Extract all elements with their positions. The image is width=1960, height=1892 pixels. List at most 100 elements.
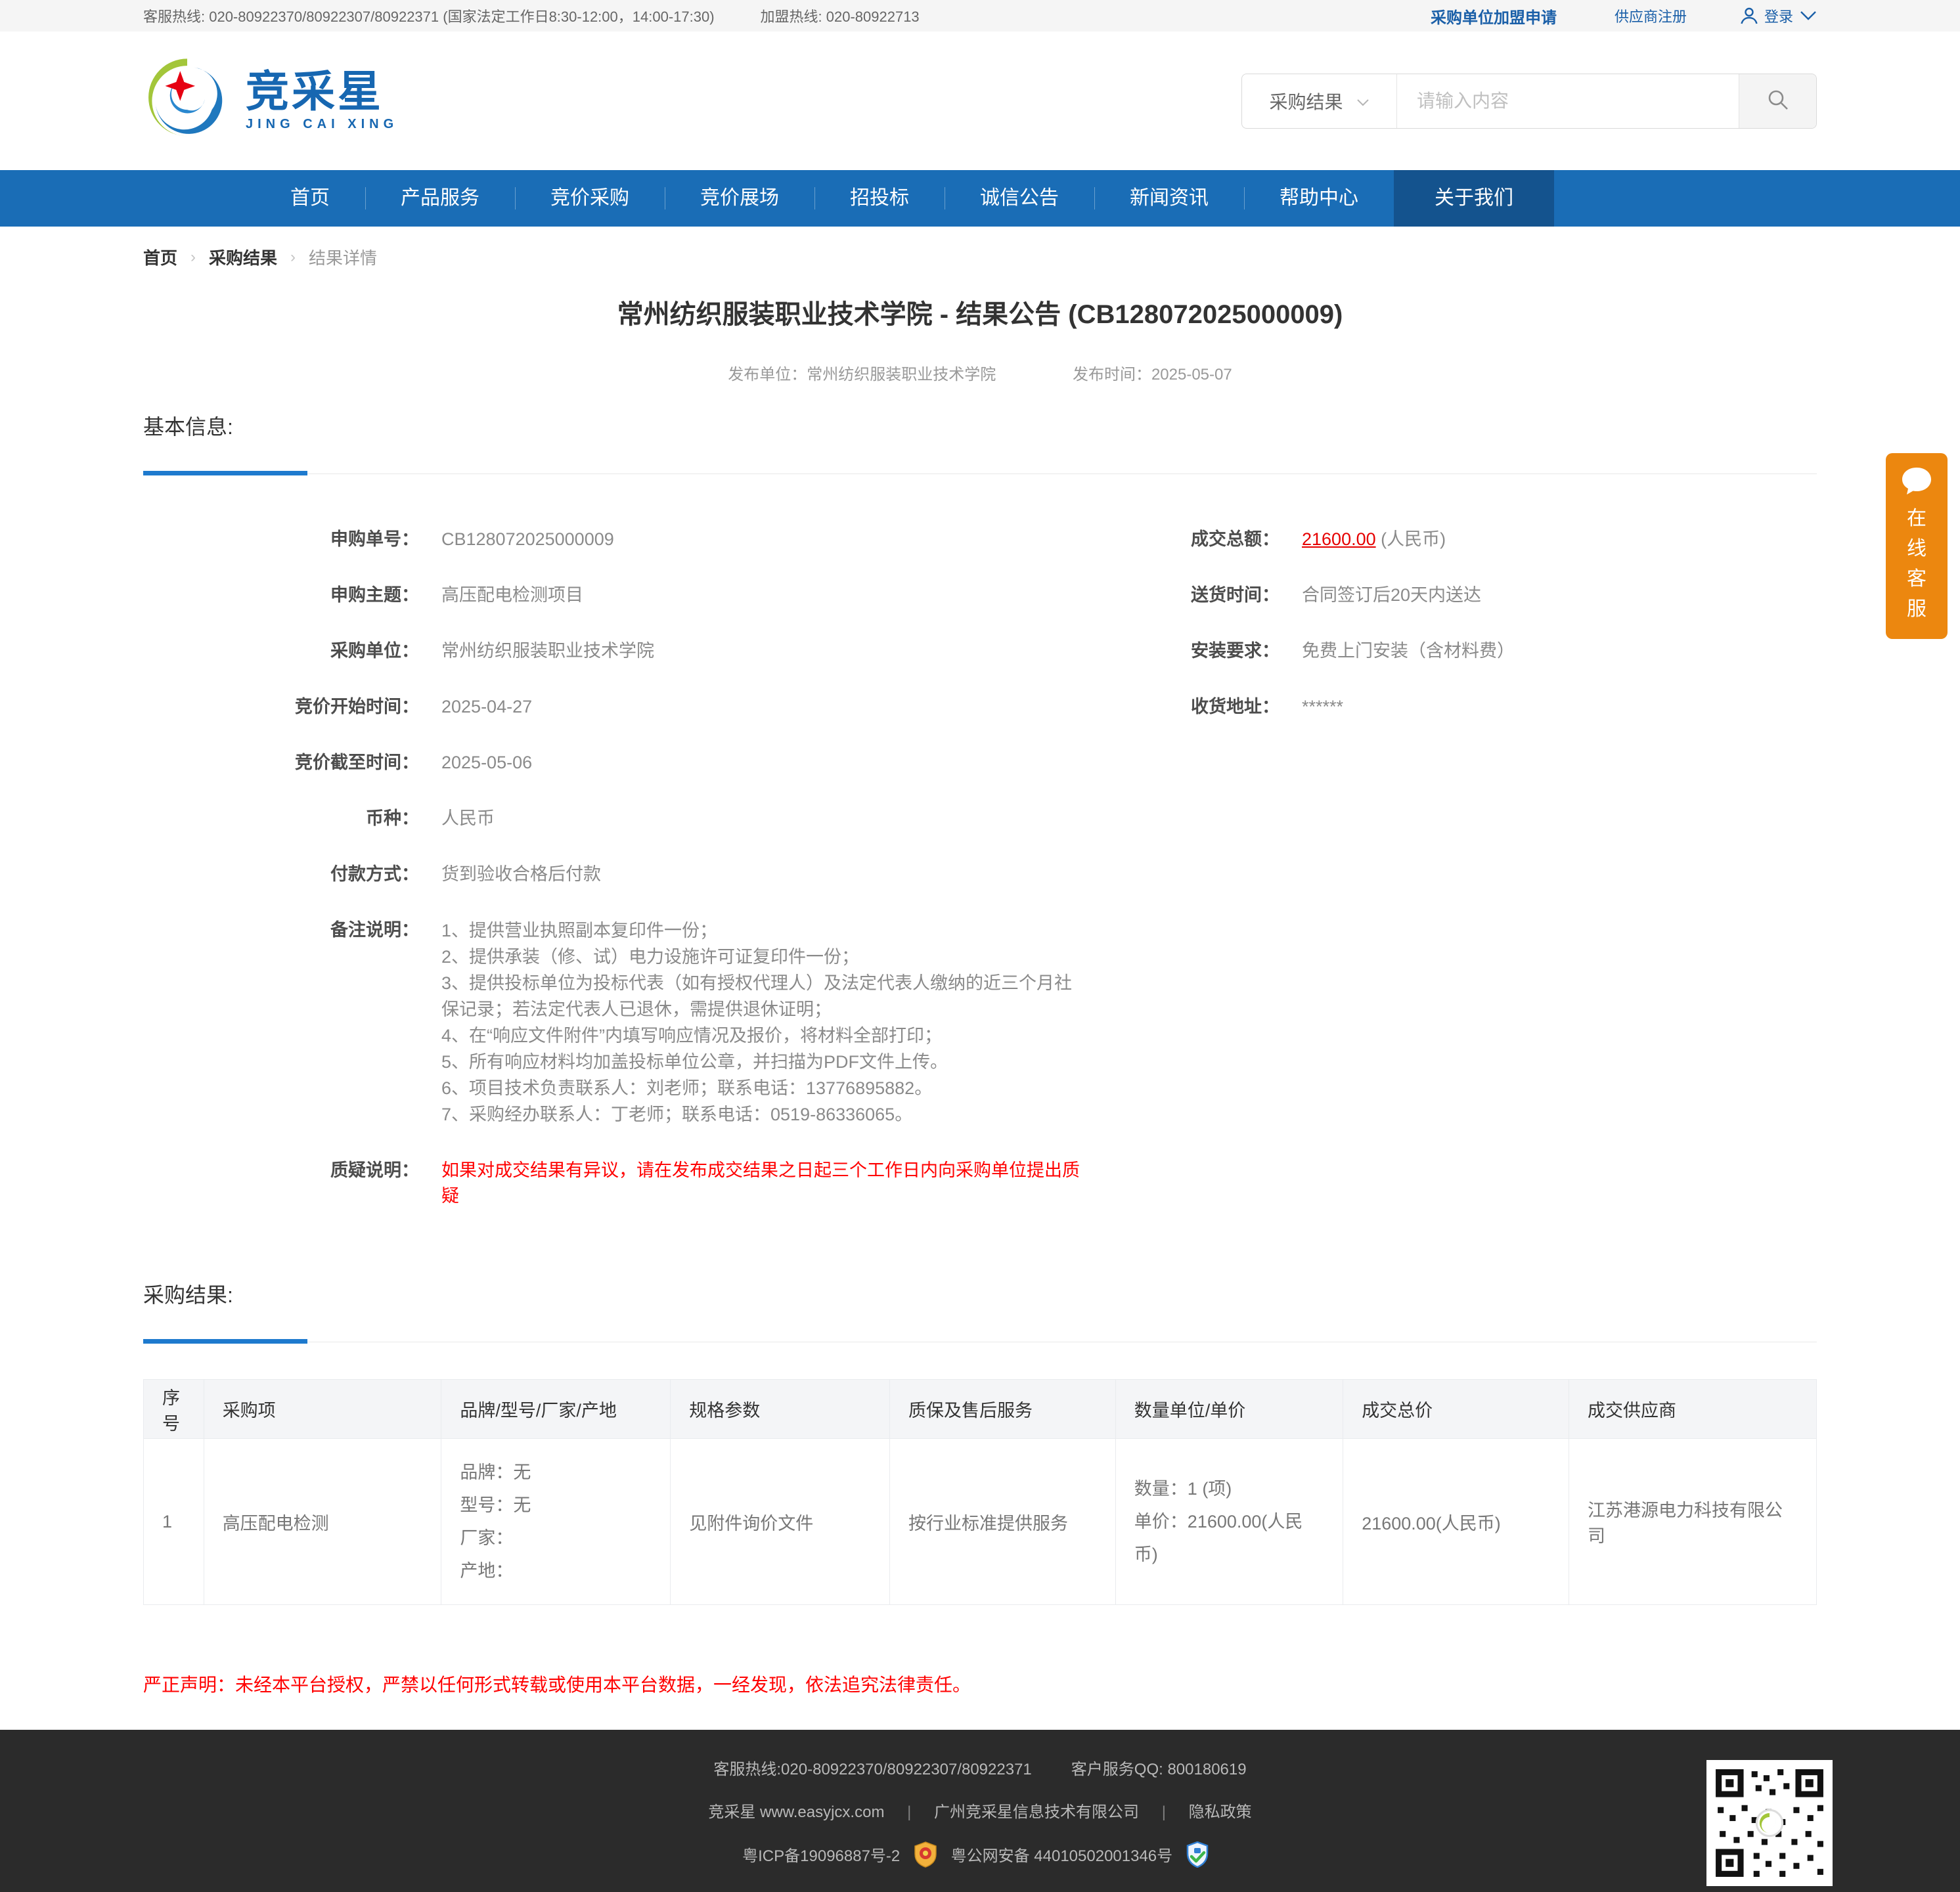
footer-hotline: 客服热线:020-80922370/80922307/80922371 (713, 1761, 1031, 1778)
basic-info-heading: 基本信息: (143, 410, 1817, 441)
purchaser-join-link[interactable]: 采购单位加盟申请 (1431, 5, 1557, 28)
nav-item-tenders[interactable]: 招投标 (814, 170, 945, 227)
field-install-req: 安装要求： 免费上门安装（含材料费） (1082, 638, 1817, 664)
nav-item-bidding-hall[interactable]: 竞价展场 (665, 170, 814, 227)
col-item: 采购项 (204, 1380, 441, 1439)
footer-icp-link[interactable]: 粤ICP备19096887号-2 (742, 1847, 900, 1865)
nav-item-bidding-purchase[interactable]: 竞价采购 (515, 170, 665, 227)
login-label: 登录 (1764, 5, 1793, 26)
user-icon (1739, 6, 1759, 26)
nav-item-products[interactable]: 产品服务 (365, 170, 515, 227)
table-row: 1 高压配电检测 品牌：无 型号：无 厂家： 产地： 见附件询价文件 按行业标准… (144, 1439, 1817, 1605)
col-qty-price: 数量单位/单价 (1115, 1380, 1343, 1439)
field-bid-end: 竞价截至时间： 2025-05-06 (143, 750, 1082, 776)
breadcrumb-separator: › (290, 248, 296, 267)
cell-warranty: 按行业标准提供服务 (889, 1439, 1115, 1605)
remark-line: 6、项目技术负责联系人：刘老师；联系电话：13776895882。 (441, 1075, 1082, 1101)
remark-line: 7、采购经办联系人：丁老师；联系电话：0519-86336065。 (441, 1101, 1082, 1128)
table-header-row: 序号 采购项 品牌/型号/厂家/产地 规格参数 质保及售后服务 数量单位/单价 … (144, 1380, 1817, 1439)
service-hotline: 客服热线: 020-80922370/80922307/80922371 (国家… (143, 5, 715, 26)
footer-company: 广州竞采星信息技术有限公司 (934, 1803, 1139, 1821)
brand-logo-icon (143, 55, 231, 146)
field-total-amount: 成交总额： 21600.00 (人民币) (1082, 527, 1817, 552)
remark-line: 4、在“响应文件附件”内填写响应情况及报价，将材料全部打印； (441, 1023, 1082, 1049)
nav-item-about[interactable]: 关于我们 (1394, 170, 1554, 227)
breadcrumb-separator: › (190, 248, 196, 267)
field-currency: 币种： 人民币 (143, 806, 1082, 831)
join-hotline: 加盟热线: 020-80922713 (761, 5, 920, 26)
search-icon (1766, 87, 1791, 114)
cell-brand: 品牌：无 型号：无 厂家： 产地： (441, 1439, 671, 1605)
header: 竞采星 JING CAI XING 采购结果 (0, 32, 1960, 170)
footer-privacy-link[interactable]: 隐私政策 (1189, 1803, 1252, 1821)
field-purchaser: 采购单位： 常州纺织服装职业技术学院 (143, 638, 1082, 664)
cell-supplier: 江苏港源电力科技有限公司 (1569, 1439, 1817, 1605)
breadcrumb: 首页 › 采购结果 › 结果详情 (143, 245, 1817, 269)
col-supplier: 成交供应商 (1569, 1380, 1817, 1439)
total-amount-link[interactable]: 21600.00 (1302, 529, 1376, 549)
result-heading: 采购结果: (143, 1279, 1817, 1309)
online-service-widget[interactable]: 在 线 客 服 (1886, 453, 1948, 639)
brand-name: 竞采星 (246, 70, 398, 113)
footer: 客服热线:020-80922370/80922307/80922371 客户服务Q… (0, 1730, 1960, 1892)
footer-separator: | (1162, 1803, 1166, 1821)
footer-brand-link[interactable]: 竞采星 www.easyjcx.com (708, 1803, 884, 1821)
search-category-dropdown[interactable]: 采购结果 (1242, 74, 1397, 128)
cell-qty-price: 数量：1 (项) 单价：21600.00(人民币) (1115, 1439, 1343, 1605)
breadcrumb-results[interactable]: 采购结果 (209, 245, 277, 269)
online-service-char: 服 (1886, 594, 1948, 625)
search-bar: 采购结果 (1241, 74, 1817, 129)
publish-info: 发布单位：常州纺织服装职业技术学院 发布时间：2025-05-07 (0, 361, 1960, 384)
supplier-register-link[interactable]: 供应商注册 (1615, 5, 1687, 26)
online-service-char: 在 (1886, 504, 1948, 534)
cell-no: 1 (144, 1439, 204, 1605)
field-subject: 申购主题： 高压配电检测项目 (143, 583, 1082, 608)
remark-line: 5、所有响应材料均加盖投标单位公章，并扫描为PDF文件上传。 (441, 1049, 1082, 1075)
topbar: 客服热线: 020-80922370/80922307/80922371 (国家… (0, 0, 1960, 32)
field-delivery-time: 送货时间： 合同签订后20天内送达 (1082, 583, 1817, 608)
result-table: 序号 采购项 品牌/型号/厂家/产地 规格参数 质保及售后服务 数量单位/单价 … (143, 1379, 1817, 1605)
police-badge-icon (914, 1841, 937, 1872)
chevron-down-icon (1356, 91, 1370, 112)
search-button[interactable] (1739, 74, 1816, 128)
ssl-shield-icon (1186, 1841, 1209, 1872)
publish-time: 发布时间：2025-05-07 (1073, 366, 1232, 384)
remark-line: 1、提供营业执照副本复印件一份； (441, 917, 1082, 944)
qr-code (1706, 1760, 1833, 1886)
field-remarks: 备注说明： 1、提供营业执照副本复印件一份； 2、提供承装（修、试）电力设施许可… (143, 917, 1082, 1128)
search-category-label: 采购结果 (1269, 88, 1343, 114)
field-dispute: 质疑说明： 如果对成交结果有异议，请在发布成交结果之日起三个工作日内向采购单位提… (143, 1158, 1082, 1209)
footer-separator: | (907, 1803, 911, 1821)
legal-statement: 严正声明：未经本平台授权，严禁以任何形式转载或使用本平台数据，一经发现，依法追究… (143, 1671, 1817, 1697)
remark-line: 3、提供投标单位为投标代表（如有授权代理人）及法定代表人缴纳的近三个月社保记录；… (441, 970, 1082, 1023)
col-brand: 品牌/型号/厂家/产地 (441, 1380, 671, 1439)
nav-item-home[interactable]: 首页 (255, 170, 365, 227)
login-link[interactable]: 登录 (1739, 5, 1817, 26)
online-service-char: 线 (1886, 534, 1948, 564)
col-warranty: 质保及售后服务 (889, 1380, 1115, 1439)
footer-police-link[interactable]: 粤公网安备 44010502001346号 (951, 1847, 1173, 1865)
dispute-text: 如果对成交结果有异议，请在发布成交结果之日起三个工作日内向采购单位提出质疑 (441, 1158, 1082, 1209)
col-total: 成交总价 (1343, 1380, 1569, 1439)
breadcrumb-current: 结果详情 (309, 245, 377, 269)
publisher: 发布单位：常州纺织服装职业技术学院 (728, 366, 996, 384)
search-input[interactable] (1397, 74, 1739, 128)
brand-logo[interactable]: 竞采星 JING CAI XING (143, 55, 398, 146)
brand-subtitle: JING CAI XING (246, 117, 398, 132)
field-order-no: 申购单号： CB128072025000009 (143, 527, 1082, 552)
footer-qq: 客户服务QQ: 800180619 (1071, 1761, 1247, 1778)
field-delivery-address: 收货地址： ****** (1082, 694, 1817, 720)
field-bid-start: 竞价开始时间： 2025-04-27 (143, 694, 1082, 720)
cell-total: 21600.00(人民币) (1343, 1439, 1569, 1605)
nav-item-integrity-notice[interactable]: 诚信公告 (945, 170, 1094, 227)
main-nav: 首页 产品服务 竞价采购 竞价展场 招投标 诚信公告 新闻资讯 帮助中心 关于我… (0, 170, 1960, 227)
remark-line: 2、提供承装（修、试）电力设施许可证复印件一份； (441, 944, 1082, 970)
breadcrumb-home[interactable]: 首页 (143, 245, 177, 269)
page-title: 常州纺织服装职业技术学院 - 结果公告 (CB128072025000009) (0, 293, 1960, 331)
nav-item-news[interactable]: 新闻资讯 (1094, 170, 1244, 227)
total-amount-currency: (人民币) (1376, 529, 1446, 549)
chat-bubble-icon (1886, 466, 1948, 500)
cell-spec: 见附件询价文件 (671, 1439, 890, 1605)
section-divider (143, 473, 1817, 474)
nav-item-help[interactable]: 帮助中心 (1244, 170, 1394, 227)
